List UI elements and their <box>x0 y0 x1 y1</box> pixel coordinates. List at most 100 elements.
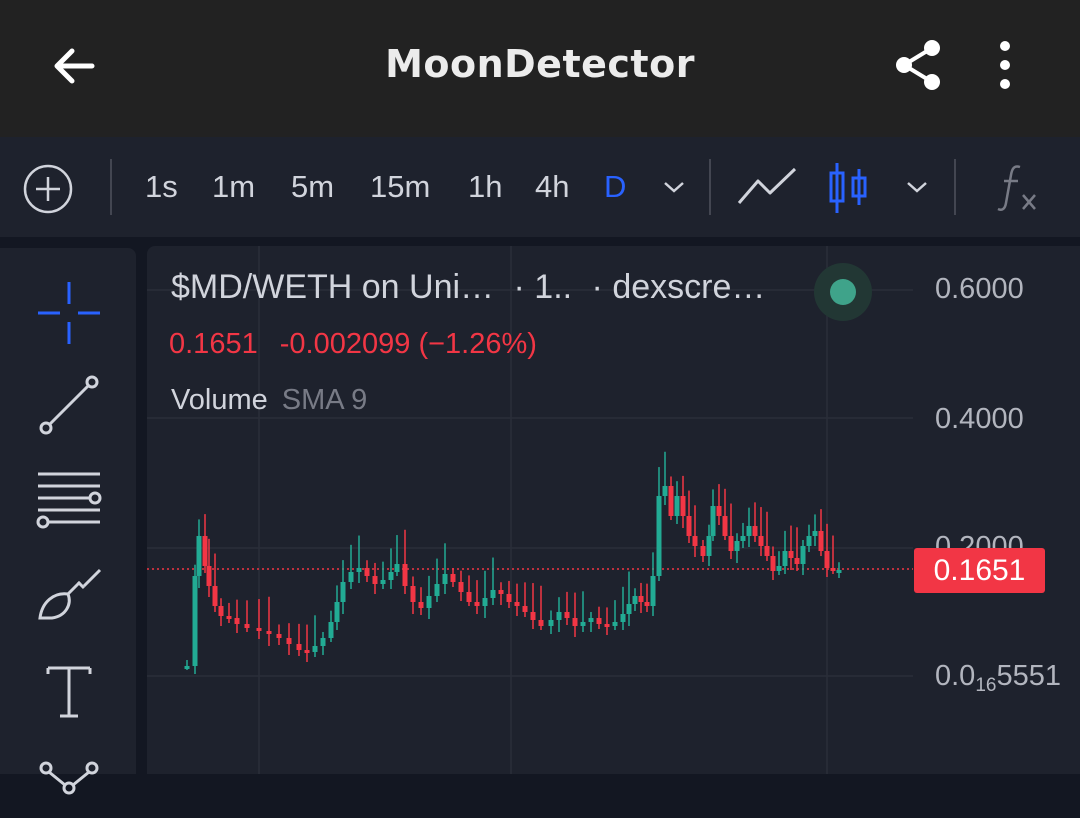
candle-body <box>196 536 202 576</box>
brush-icon[interactable] <box>34 560 104 630</box>
candle-body <box>402 564 408 586</box>
candle-body <box>276 634 282 638</box>
candle-body <box>394 564 400 572</box>
symbol-row: $MD/WETH on Uni… · 1.. · dexscre… <box>171 268 765 307</box>
toolbar-divider <box>709 159 711 215</box>
candle-body <box>244 624 250 628</box>
candle-body <box>328 622 334 638</box>
candle-body <box>604 624 610 627</box>
candle-body <box>506 594 512 602</box>
symbol-source: · dexscre… <box>591 268 766 306</box>
candle-body <box>256 628 262 631</box>
timeframe-d[interactable]: D <box>604 167 626 207</box>
timeframe-1s[interactable]: 1s <box>145 167 178 207</box>
candle-body <box>434 584 440 596</box>
candle-body <box>734 541 740 551</box>
candle-body <box>348 572 354 582</box>
candle-body <box>686 516 692 536</box>
candle-body <box>312 646 318 652</box>
candle-body <box>474 602 480 606</box>
candle-body <box>226 616 232 619</box>
text-icon[interactable] <box>34 656 104 726</box>
symbol-name[interactable]: $MD/WETH on Uni… <box>171 268 494 306</box>
chevron-down-icon[interactable] <box>905 177 929 197</box>
toolbar-divider <box>110 159 112 215</box>
timeframe-1m[interactable]: 1m <box>212 167 255 207</box>
candle-body <box>356 568 362 572</box>
line-chart-icon[interactable] <box>736 165 798 209</box>
candle-body <box>426 596 432 608</box>
candle-body <box>340 582 346 602</box>
candle-body <box>800 546 806 564</box>
candle-body <box>680 496 686 516</box>
candle-body <box>656 496 662 576</box>
trend-line-icon[interactable] <box>34 370 104 440</box>
candle-body <box>202 536 208 566</box>
candle-body <box>498 590 504 594</box>
candle-body <box>418 602 424 608</box>
candles <box>184 451 842 674</box>
market-status-indicator[interactable] <box>814 263 872 321</box>
candle-body <box>632 596 638 604</box>
candle-body <box>818 531 824 551</box>
timeframe-4h[interactable]: 4h <box>535 167 569 207</box>
timeframe-5m[interactable]: 5m <box>291 167 334 207</box>
candle-body <box>458 582 464 592</box>
timeframe-15m[interactable]: 15m <box>370 167 430 207</box>
price-change-pct: (−1.26%) <box>418 328 537 360</box>
candle-body <box>372 576 378 584</box>
sma-label: SMA 9 <box>281 384 368 416</box>
candle-body <box>334 602 340 622</box>
fx-icon[interactable] <box>996 163 1040 213</box>
candle-body <box>410 586 416 602</box>
candle-body <box>548 620 554 626</box>
candle-body <box>620 614 626 622</box>
candle-body <box>266 631 272 634</box>
price-change: -0.002099 <box>279 328 411 360</box>
plus-circle-icon[interactable] <box>22 163 74 215</box>
candle-body <box>746 526 752 536</box>
volume-label: Volume <box>171 384 268 416</box>
more-vertical-icon[interactable] <box>990 38 1020 94</box>
candle-body <box>806 536 812 546</box>
candle-body <box>716 506 722 516</box>
price-axis-label: 0.6000 <box>935 273 1024 305</box>
indicator-row[interactable]: Volume SMA 9 <box>171 384 367 417</box>
candlestick-icon[interactable] <box>826 161 870 215</box>
candle-body <box>556 612 562 620</box>
crosshair-icon[interactable] <box>34 278 104 348</box>
candle-body <box>644 602 650 606</box>
candle-body <box>538 620 544 626</box>
horizontal-lines-icon[interactable] <box>34 462 104 532</box>
candle-body <box>286 638 292 644</box>
candle-body <box>192 576 198 666</box>
price-row: 0.1651 -0.002099 (−1.26%) <box>169 328 537 361</box>
timeframe-1h[interactable]: 1h <box>468 167 502 207</box>
candle-body <box>572 618 578 626</box>
chart-legend: $MD/WETH on Uni… · 1.. · dexscre… 0.1651… <box>169 268 765 416</box>
candle-body <box>638 596 644 602</box>
candle-body <box>626 604 632 614</box>
grid <box>147 246 913 774</box>
app-bar: MoonDetector <box>0 0 1080 137</box>
candle-body <box>830 568 836 571</box>
candle-body <box>588 618 594 622</box>
toolbar-divider <box>954 159 956 215</box>
candle-body <box>764 546 770 556</box>
candle-body <box>752 526 758 536</box>
candle-body <box>812 531 818 536</box>
candle-body <box>668 486 674 516</box>
chart-pane[interactable]: $MD/WETH on Uni… · 1.. · dexscre… 0.1651… <box>147 246 1080 774</box>
candle-body <box>612 622 618 626</box>
candle-body <box>728 536 734 551</box>
candle-body <box>650 576 656 606</box>
share-icon[interactable] <box>890 36 948 94</box>
candle-body <box>234 618 240 624</box>
candle-body <box>490 590 496 598</box>
chevron-down-icon[interactable] <box>662 177 686 197</box>
candle-body <box>218 606 224 616</box>
candle-body <box>304 650 310 653</box>
drawing-toolbar <box>0 248 136 795</box>
current-price-tag[interactable]: 0.1651 <box>914 548 1045 593</box>
pattern-icon[interactable] <box>34 748 104 818</box>
